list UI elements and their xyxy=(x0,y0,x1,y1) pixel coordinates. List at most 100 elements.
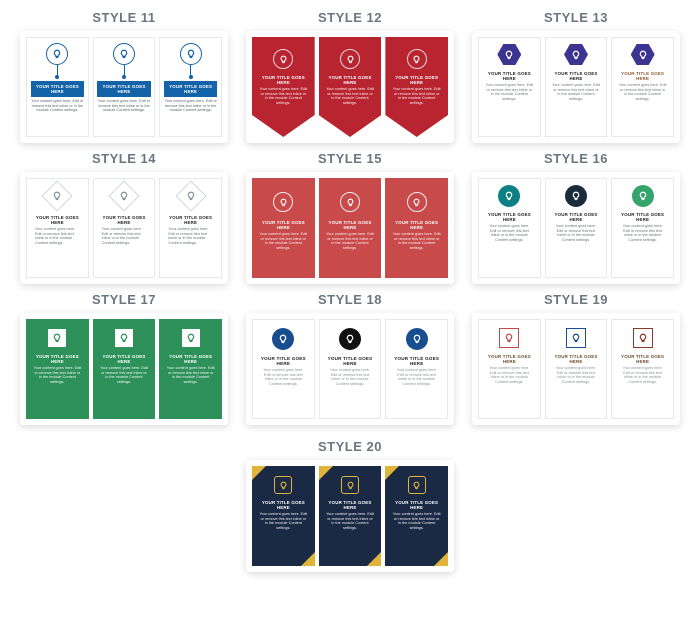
card-title: Your Title Goes Here xyxy=(164,81,217,97)
lightbulb-icon xyxy=(497,44,521,65)
style-preview-16[interactable]: Your Title Goes Here Your content goes h… xyxy=(472,172,680,284)
card-desc: Your content goes here. Edit or remove t… xyxy=(616,224,669,243)
preview-card: Your Title Goes Here Your content goes h… xyxy=(252,319,315,419)
card-title: Your Title Goes Here xyxy=(616,212,669,222)
card-desc: Your content goes here. Edit or remove t… xyxy=(389,87,444,106)
card-title: Your Title Goes Here xyxy=(257,356,310,366)
lightbulb-icon xyxy=(407,49,427,69)
card-title: Your Title Goes Here xyxy=(324,356,377,366)
card-desc: Your content goes here. Edit or remove t… xyxy=(256,232,311,251)
card-title: Your Title Goes Here xyxy=(98,215,151,225)
lightbulb-icon xyxy=(46,43,68,65)
card-title: Your Title Goes Here xyxy=(30,354,85,364)
lightbulb-icon xyxy=(115,329,133,347)
lightbulb-icon xyxy=(273,49,293,69)
style-preview-12[interactable]: Your Title Goes Here Your content goes h… xyxy=(246,31,454,143)
card-title: Your Title Goes Here xyxy=(550,354,603,364)
preview-card: Your Title Goes Here Your content goes h… xyxy=(319,319,382,419)
card-desc: Your content goes here. Edit or remove t… xyxy=(483,224,536,243)
card-title: Your Title Goes Here xyxy=(483,354,536,364)
style-option-14: STYLE 14 Your Title Goes Here Your conte… xyxy=(20,151,228,284)
card-desc: Your content goes here. Edit or remove t… xyxy=(256,87,311,106)
preview-card: Your Title Goes Here Your content goes h… xyxy=(159,37,222,137)
card-title: Your Title Goes Here xyxy=(390,356,443,366)
card-desc: Your content goes here. Edit or remove t… xyxy=(389,232,444,251)
lightbulb-icon xyxy=(406,328,428,350)
lightbulb-icon xyxy=(564,44,588,65)
card-title: Your Title Goes Here xyxy=(389,220,444,230)
style-option-18: STYLE 18 Your Title Goes Here Your conte… xyxy=(246,292,454,425)
lightbulb-icon xyxy=(48,329,66,347)
lightbulb-icon xyxy=(339,328,361,350)
card-desc: Your content goes here. Edit or remove t… xyxy=(30,366,85,385)
preview-card: Your Title Goes Here Your content goes h… xyxy=(385,466,448,566)
style-preview-14[interactable]: Your Title Goes Here Your content goes h… xyxy=(20,172,228,284)
lightbulb-icon xyxy=(113,43,135,65)
preview-card: Your Title Goes Here Your content goes h… xyxy=(26,178,89,278)
card-title: Your Title Goes Here xyxy=(549,71,604,81)
card-title: Your Title Goes Here xyxy=(615,71,670,81)
card-title: Your Title Goes Here xyxy=(31,215,84,225)
style-preview-15[interactable]: Your Title Goes Here Your content goes h… xyxy=(246,172,454,284)
lightbulb-icon xyxy=(108,180,139,211)
lightbulb-icon xyxy=(565,185,587,207)
style-preview-11[interactable]: Your Title Goes Here Your content goes h… xyxy=(20,31,228,143)
card-title: Your Title Goes Here xyxy=(482,71,537,81)
preview-card: Your Title Goes Here Your content goes h… xyxy=(26,37,89,137)
preview-card: Your Title Goes Here Your content goes h… xyxy=(545,319,608,419)
card-title: Your Title Goes Here xyxy=(97,81,150,97)
card-title: Your Title Goes Here xyxy=(256,220,311,230)
preview-card: Your Title Goes Here Your content goes h… xyxy=(611,178,674,278)
style-preview-20[interactable]: Your Title Goes Here Your content goes h… xyxy=(246,460,454,572)
card-desc: Your content goes here. Edit or remove t… xyxy=(550,366,603,385)
card-desc: Your content goes here. Edit or remove t… xyxy=(160,99,221,113)
lightbulb-icon xyxy=(273,192,293,212)
lightbulb-icon xyxy=(632,185,654,207)
preview-card: Your Title Goes Here Your content goes h… xyxy=(385,37,448,137)
style-label: STYLE 13 xyxy=(544,10,608,25)
preview-card: Your Title Goes Here Your content goes h… xyxy=(319,178,382,278)
style-preview-17[interactable]: Your Title Goes Here Your content goes h… xyxy=(20,313,228,425)
preview-card: Your Title Goes Here Your content goes h… xyxy=(385,319,448,419)
style-option-12: STYLE 12 Your Title Goes Here Your conte… xyxy=(246,10,454,143)
card-desc: Your content goes here. Edit or remove t… xyxy=(97,366,152,385)
preview-card: Your Title Goes Here Your content goes h… xyxy=(93,319,156,419)
card-title: Your Title Goes Here xyxy=(31,81,84,97)
card-desc: Your content goes here. Edit or remove t… xyxy=(257,368,310,387)
card-desc: Your content goes here. Edit or remove t… xyxy=(482,83,537,102)
card-desc: Your content goes here. Edit or remove t… xyxy=(389,512,444,531)
card-desc: Your content goes here. Edit or remove t… xyxy=(323,512,378,531)
style-option-16: STYLE 16 Your Title Goes Here Your conte… xyxy=(472,151,680,284)
lightbulb-icon xyxy=(633,328,653,348)
card-desc: Your content goes here. Edit or remove t… xyxy=(27,99,88,113)
card-title: Your Title Goes Here xyxy=(323,75,378,85)
style-preview-18[interactable]: Your Title Goes Here Your content goes h… xyxy=(246,313,454,425)
style-preview-19[interactable]: Your Title Goes Here Your content goes h… xyxy=(472,313,680,425)
lightbulb-icon xyxy=(180,43,202,65)
style-label: STYLE 16 xyxy=(544,151,608,166)
preview-card: Your Title Goes Here Your content goes h… xyxy=(252,37,315,137)
style-preview-13[interactable]: Your Title Goes Here Your content goes h… xyxy=(472,31,680,143)
lightbulb-icon xyxy=(175,180,206,211)
preview-card: Your Title Goes Here Your content goes h… xyxy=(478,178,541,278)
style-option-20: STYLE 20 Your Title Goes Here Your conte… xyxy=(246,439,454,572)
lightbulb-icon xyxy=(631,44,655,65)
card-desc: Your content goes here. Edit or remove t… xyxy=(31,227,84,246)
style-label: STYLE 12 xyxy=(318,10,382,25)
preview-card: Your Title Goes Here Your content goes h… xyxy=(545,37,608,137)
card-title: Your Title Goes Here xyxy=(256,75,311,85)
card-title: Your Title Goes Here xyxy=(323,500,378,510)
preview-card: Your Title Goes Here Your content goes h… xyxy=(159,319,222,419)
preview-card: Your Title Goes Here Your content goes h… xyxy=(252,178,315,278)
style-label: STYLE 17 xyxy=(92,292,156,307)
preview-card: Your Title Goes Here Your content goes h… xyxy=(93,37,156,137)
card-title: Your Title Goes Here xyxy=(163,354,218,364)
lightbulb-icon xyxy=(499,328,519,348)
preview-card: Your Title Goes Here Your content goes h… xyxy=(159,178,222,278)
card-title: Your Title Goes Here xyxy=(550,212,603,222)
lightbulb-icon xyxy=(408,476,426,494)
style-option-15: STYLE 15 Your Title Goes Here Your conte… xyxy=(246,151,454,284)
lightbulb-icon xyxy=(42,180,73,211)
preview-card: Your Title Goes Here Your content goes h… xyxy=(319,37,382,137)
lightbulb-icon xyxy=(272,328,294,350)
